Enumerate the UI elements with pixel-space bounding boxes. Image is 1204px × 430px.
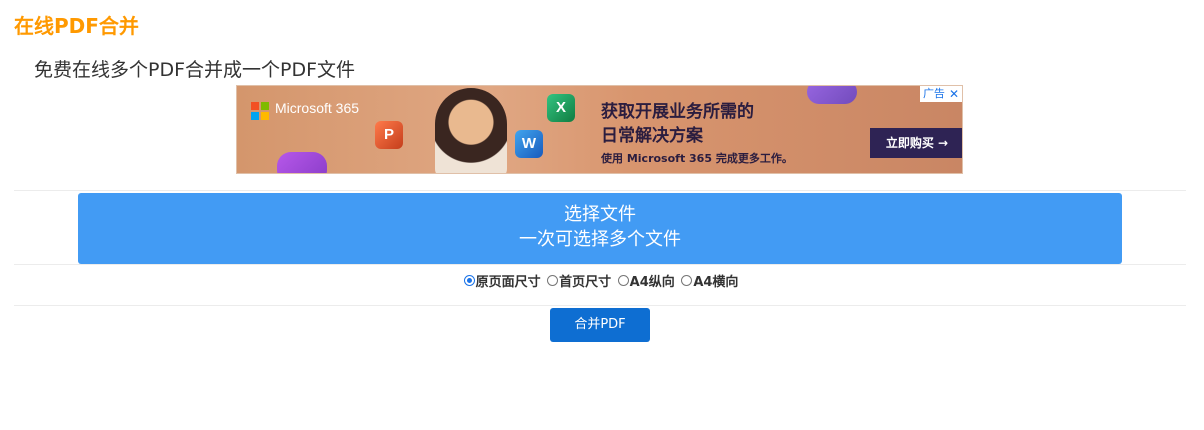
option-label: 首页尺寸 [559, 275, 612, 290]
select-files-hint: 一次可选择多个文件 [519, 229, 681, 250]
radio-first-page-size[interactable] [547, 275, 559, 286]
close-icon[interactable]: ✕ [949, 86, 959, 102]
ad-headline-line1: 获取开展业务所需的 [601, 102, 754, 122]
select-files-label: 选择文件 [564, 204, 636, 225]
word-icon: W [515, 130, 543, 158]
ad-label: 广告 [922, 87, 945, 100]
select-files-button[interactable]: 选择文件 一次可选择多个文件 [78, 193, 1122, 264]
microsoft-logo-icon [251, 102, 269, 120]
ad-person-image [435, 88, 507, 173]
divider [14, 305, 1186, 306]
option-label: 原页面尺寸 [475, 275, 541, 290]
ad-cta-button[interactable]: 立即购买 → [870, 128, 962, 158]
page-title: 在线PDF合并 [14, 14, 139, 38]
radio-a4-landscape[interactable] [681, 275, 693, 286]
ad-choices-badge[interactable]: 广告 ✕ [919, 86, 962, 102]
option-a4-landscape[interactable]: A4横向 [681, 271, 738, 290]
decorative-shape [807, 86, 857, 104]
ad-headline-line2: 日常解决方案 [601, 126, 703, 146]
option-a4-portrait[interactable]: A4纵向 [617, 271, 675, 290]
powerpoint-icon: P [375, 121, 403, 149]
divider [14, 264, 1186, 265]
merge-pdf-button[interactable]: 合并PDF [550, 308, 650, 342]
divider [14, 190, 1186, 191]
option-original-size[interactable]: 原页面尺寸 [463, 271, 541, 290]
option-first-page-size[interactable]: 首页尺寸 [547, 271, 611, 290]
ad-brand: Microsoft 365 [275, 100, 360, 116]
excel-icon: X [547, 94, 575, 122]
ad-subtext: 使用 Microsoft 365 完成更多工作。 [601, 152, 793, 165]
option-label: A4横向 [693, 275, 739, 290]
option-label: A4纵向 [629, 275, 675, 290]
decorative-shape [277, 152, 327, 173]
page-subtitle: 免费在线多个PDF合并成一个PDF文件 [34, 59, 356, 81]
radio-original-size[interactable] [463, 275, 475, 286]
page-size-options: 原页面尺寸 首页尺寸 A4纵向 A4横向 [0, 271, 1204, 290]
ad-banner[interactable]: Microsoft 365 P W X 获取开展业务所需的 日常解决方案 使用 … [236, 85, 963, 174]
ad-headline: 获取开展业务所需的 日常解决方案 [601, 100, 801, 148]
radio-a4-portrait[interactable] [617, 275, 629, 286]
